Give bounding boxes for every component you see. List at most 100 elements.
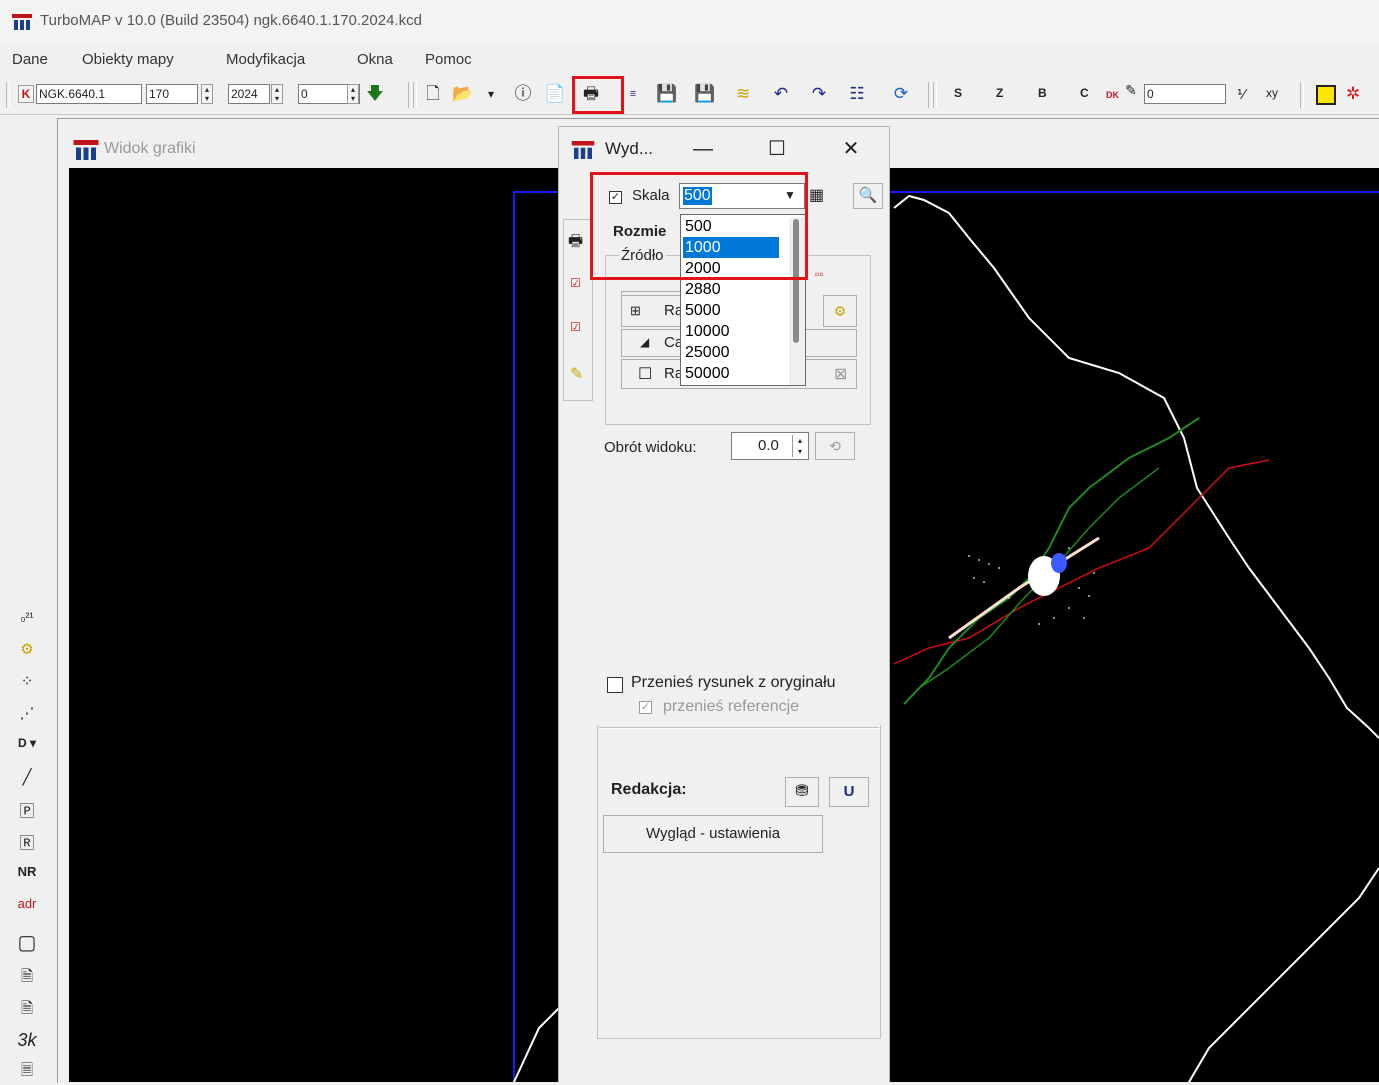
page-12a-icon[interactable]: 🗎	[10, 998, 44, 1023]
settlement-marker	[1051, 553, 1067, 573]
redo-icon[interactable]: ↷	[806, 82, 832, 106]
corner-icons[interactable]: ▫▫	[815, 267, 824, 281]
boundary-line-left	[513, 1007, 560, 1082]
z-button[interactable]: Z	[996, 86, 1003, 100]
light-road-line	[948, 536, 1100, 640]
checklist-tab-icon-2[interactable]: ☑	[570, 320, 581, 334]
main-toolbar: K NGK.6640.1 170 ▴ ▾ 2024 ▴ ▾ 0 ▴ ▾ 🡇 🗋 📂 ▾…	[0, 76, 1379, 115]
select-rectangle-icon[interactable]	[1316, 85, 1336, 105]
print-icon-highlight	[572, 76, 624, 114]
scale-option[interactable]: 5000	[683, 300, 779, 321]
k-button[interactable]: K	[18, 85, 34, 103]
scale-option[interactable]: 2880	[683, 279, 779, 300]
toolbar-separator	[928, 82, 932, 108]
p-box-icon[interactable]: 🄿	[10, 800, 44, 821]
skala-highlight	[590, 172, 808, 280]
menu-bar: Dane Obiekty mapy Modyfikacja Okna Pomoc	[0, 46, 1379, 74]
c-button[interactable]: C	[1080, 86, 1089, 100]
calculator-icon[interactable]: ▦	[809, 185, 824, 205]
przenies-ref-checkbox: ✓	[639, 701, 652, 714]
menu-obiekty-mapy[interactable]: Obiekty mapy	[82, 51, 174, 68]
gear-cluster-icon[interactable]: ⚙	[10, 640, 44, 658]
dialog-logo-icon	[571, 141, 595, 159]
new-document-icon[interactable]: 🗋	[420, 82, 446, 106]
obrot-field[interactable]: 0.0 ▴ ▾	[731, 432, 809, 460]
menu-dane[interactable]: Dane	[12, 51, 48, 68]
select-star-icon[interactable]: ✲	[1340, 82, 1366, 106]
obrot-spinner[interactable]: ▴ ▾	[792, 435, 807, 457]
grid-icon: ⊞	[630, 303, 641, 318]
toolbar-separator	[6, 82, 10, 108]
red-road-line	[893, 459, 1270, 665]
pencil-tab-icon[interactable]: ✎	[570, 364, 583, 384]
download-arrow-icon[interactable]: 🡇	[362, 82, 388, 106]
close-button[interactable]: ✕	[831, 137, 871, 163]
3k-button[interactable]: 3k	[10, 1030, 44, 1051]
checklist-tab-icon[interactable]: ☑	[570, 276, 581, 290]
przenies-ref-label: przenieś referencje	[663, 698, 800, 715]
left-toolbar: ₀²¹ ⚙ ⁘ ⋰ D ▾ ╱ 🄿 🅁 NR adr ▢ 🗎 🗎 3k 🗏	[0, 118, 50, 1082]
r-box-icon[interactable]: 🅁	[10, 832, 44, 853]
adr-button[interactable]: adr	[10, 896, 44, 911]
menu-modyfikacja[interactable]: Modyfikacja	[226, 51, 305, 68]
region-field[interactable]: NGK.6640.1	[36, 84, 142, 104]
przenies-label: Przenieś rysunek z oryginału	[631, 674, 836, 691]
right-field[interactable]: 0	[1144, 84, 1226, 104]
menu-okna[interactable]: Okna	[357, 51, 393, 68]
app-logo-icon	[12, 14, 32, 30]
scale-option[interactable]: 50000	[683, 363, 779, 384]
document-icon[interactable]: 📄	[542, 82, 568, 106]
dropdown-arrow-icon[interactable]: ▾	[478, 82, 504, 106]
chart-area-icon: ◢	[640, 335, 650, 349]
scale-option[interactable]: 10000	[683, 321, 779, 342]
number-spinner[interactable]: ▴ ▾	[201, 84, 213, 104]
info-icon[interactable]: ⓘ	[510, 82, 536, 106]
save-as-icon[interactable]: 💾	[692, 82, 718, 106]
d-dropdown-icon[interactable]: D ▾	[10, 736, 44, 750]
preview-search-icon[interactable]: 🔍	[853, 183, 883, 209]
disabled-box-icon: ⊠	[834, 366, 848, 383]
year-spinner[interactable]: ▴ ▾	[271, 84, 283, 104]
toolbar-separator	[933, 82, 937, 108]
obrot-label: Obrót widoku:	[604, 439, 697, 456]
page-111-icon[interactable]: 🗎	[10, 966, 44, 991]
list-icon[interactable]: ☷	[844, 82, 870, 106]
xy-button[interactable]: xy	[1266, 86, 1278, 100]
layers-icon[interactable]: ≋	[730, 82, 756, 106]
line-tool-icon[interactable]: ╱	[10, 768, 44, 786]
graphics-window-title: Widok grafiki	[104, 140, 196, 157]
numbering-icon[interactable]: ₀²¹	[10, 610, 44, 624]
square-icon: ☐	[638, 366, 653, 383]
list-doc-icon[interactable]: 🗏	[10, 1060, 44, 1085]
minimize-button[interactable]: —	[683, 137, 723, 163]
menu-pomoc[interactable]: Pomoc	[425, 51, 472, 68]
pencil-icon: ✎	[1125, 82, 1137, 98]
page-dropdown-icon[interactable]: ▢	[10, 930, 44, 955]
dialog-title: Wyd...	[605, 139, 654, 158]
extra-spinner[interactable]: ▴ ▾	[347, 84, 359, 104]
toolbar-separator	[1300, 82, 1304, 108]
print-tab-icon[interactable]: 🖶	[568, 230, 583, 257]
bottom-panel-frame	[597, 725, 881, 1039]
undo-icon[interactable]: ↶	[768, 82, 794, 106]
save-icon[interactable]: 💾	[654, 82, 680, 106]
points-icon[interactable]: ⁘	[10, 672, 44, 690]
refresh-icon[interactable]: ⟳	[888, 82, 914, 106]
boundary-line-upper	[893, 194, 1379, 739]
node-tool-icon[interactable]: ⋰	[10, 704, 44, 722]
s-button[interactable]: S	[954, 86, 962, 100]
przenies-checkbox[interactable]	[607, 677, 623, 693]
window-title: TurboMAP v 10.0 (Build 23504) ngk.6640.1…	[40, 12, 422, 29]
year-field[interactable]: 2024	[228, 84, 270, 104]
number-field[interactable]: 170	[146, 84, 198, 104]
toolbar-separator	[408, 82, 412, 108]
fraction-icon[interactable]: ⅟	[1228, 82, 1254, 106]
gear-button[interactable]: ⚙	[823, 295, 857, 327]
b-button[interactable]: B	[1038, 86, 1047, 100]
open-folder-icon[interactable]: 📂	[450, 82, 476, 106]
scale-option[interactable]: 25000	[683, 342, 779, 363]
maximize-button[interactable]: ☐	[757, 137, 797, 163]
nr-button[interactable]: NR	[10, 864, 44, 879]
obrot-value[interactable]: 0.0	[758, 437, 779, 454]
rotate-tool-icon[interactable]: ⟲	[815, 432, 855, 460]
